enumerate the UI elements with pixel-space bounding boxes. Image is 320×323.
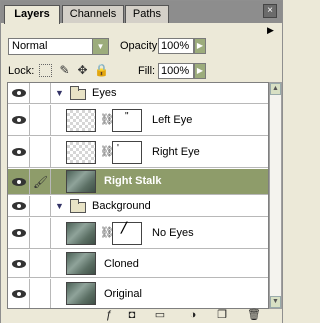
expand-triangle-icon[interactable]: ▼ xyxy=(55,88,64,98)
layer-row[interactable]: ⛓ ╱ No Eyes xyxy=(8,218,268,249)
layer-row-selected[interactable]: 🖌 Right Stalk xyxy=(8,169,268,195)
blend-mode-select[interactable]: Normal ▼ xyxy=(8,38,109,55)
tab-bar: Layers Channels Paths × xyxy=(1,1,282,24)
layer-row[interactable]: Cloned xyxy=(8,250,268,278)
layer-mask-thumbnail[interactable]: ╱ xyxy=(112,222,142,245)
lock-label: Lock: xyxy=(8,65,35,77)
layer-style-icon[interactable]: ƒ xyxy=(102,309,116,323)
link-column[interactable] xyxy=(31,83,51,103)
scroll-up-icon[interactable]: ▲ xyxy=(270,83,281,95)
layer-row[interactable]: ⛓ " Left Eye xyxy=(8,105,268,136)
eye-icon[interactable] xyxy=(8,83,30,103)
link-column[interactable] xyxy=(31,196,51,216)
fill-label: Fill: xyxy=(138,65,156,77)
layer-name: Background xyxy=(92,200,151,212)
folder-icon xyxy=(70,86,86,100)
fill-slider-button[interactable]: ▶ xyxy=(194,63,206,79)
eye-icon[interactable] xyxy=(8,196,30,216)
layer-mask-thumbnail[interactable]: " xyxy=(112,109,142,132)
eye-icon[interactable] xyxy=(8,105,30,135)
layer-name: Eyes xyxy=(92,87,117,99)
layer-row[interactable]: Original xyxy=(8,279,268,308)
tab-paths[interactable]: Paths xyxy=(125,5,169,23)
layers-panel: Layers Channels Paths × ▶ Normal ▼ Opaci… xyxy=(0,0,283,323)
link-column[interactable] xyxy=(31,218,51,248)
layer-name: Left Eye xyxy=(152,114,193,126)
layer-mask-thumbnail[interactable]: ' xyxy=(112,141,142,164)
opacity-slider-button[interactable]: ▶ xyxy=(194,38,206,54)
link-column[interactable] xyxy=(31,250,51,277)
link-column[interactable] xyxy=(31,279,51,308)
layer-thumbnail xyxy=(66,222,96,245)
lock-paint-icon[interactable]: ✎ xyxy=(58,64,71,77)
new-layer-icon[interactable]: ❐ xyxy=(215,309,229,323)
lock-move-icon[interactable]: ✥ xyxy=(76,64,89,77)
layer-thumbnail xyxy=(66,170,96,193)
scroll-down-icon[interactable]: ▼ xyxy=(270,296,281,308)
opacity-input[interactable]: 100% xyxy=(158,38,194,54)
add-mask-icon[interactable]: ◘ xyxy=(125,309,139,323)
eye-icon[interactable] xyxy=(8,169,30,194)
link-column[interactable] xyxy=(31,105,51,135)
eye-icon[interactable] xyxy=(8,250,30,277)
expand-triangle-icon[interactable]: ▼ xyxy=(55,201,64,211)
layer-thumbnail xyxy=(66,141,96,164)
eye-icon[interactable] xyxy=(8,218,30,248)
eye-icon[interactable] xyxy=(8,137,30,167)
layer-name: Right Eye xyxy=(152,146,200,158)
layer-row[interactable]: ⛓ ' Right Eye xyxy=(8,137,268,168)
layers-scrollbar[interactable]: ▲ ▼ xyxy=(269,82,282,309)
bottom-toolbar xyxy=(1,310,282,323)
layers-list: ▼ Eyes ⛓ " Left Eye ⛓ ' Right Eye 🖌 Righ… xyxy=(7,82,269,309)
tab-layers[interactable]: Layers xyxy=(4,5,60,24)
chevron-down-icon[interactable]: ▼ xyxy=(92,39,108,54)
fill-input[interactable]: 100% xyxy=(158,63,194,79)
folder-icon xyxy=(70,199,86,213)
layer-name: Cloned xyxy=(104,258,139,270)
lock-all-icon[interactable]: 🔒 xyxy=(94,64,109,77)
layer-thumbnail xyxy=(66,109,96,132)
trash-icon[interactable]: 🗑 xyxy=(247,309,261,323)
blend-mode-value: Normal xyxy=(12,40,48,52)
layer-thumbnail xyxy=(66,252,96,275)
eye-icon[interactable] xyxy=(8,279,30,308)
link-column[interactable] xyxy=(31,137,51,167)
tab-channels[interactable]: Channels xyxy=(62,5,124,23)
layer-name: Right Stalk xyxy=(104,175,162,187)
layer-row-group[interactable]: ▼ Background xyxy=(8,196,268,217)
layer-name: No Eyes xyxy=(152,227,194,239)
layer-thumbnail xyxy=(66,282,96,305)
brush-icon[interactable]: 🖌 xyxy=(31,169,51,194)
lock-transparent-icon[interactable] xyxy=(39,64,52,77)
layer-name: Original xyxy=(104,288,142,300)
panel-menu-icon[interactable]: ▶ xyxy=(267,25,277,35)
adjustment-layer-icon[interactable]: ◑ xyxy=(186,309,200,323)
new-group-icon[interactable]: ▭ xyxy=(153,309,167,323)
opacity-label: Opacity: xyxy=(120,40,161,52)
layer-row-group[interactable]: ▼ Eyes xyxy=(8,83,268,104)
close-icon[interactable]: × xyxy=(263,4,277,18)
